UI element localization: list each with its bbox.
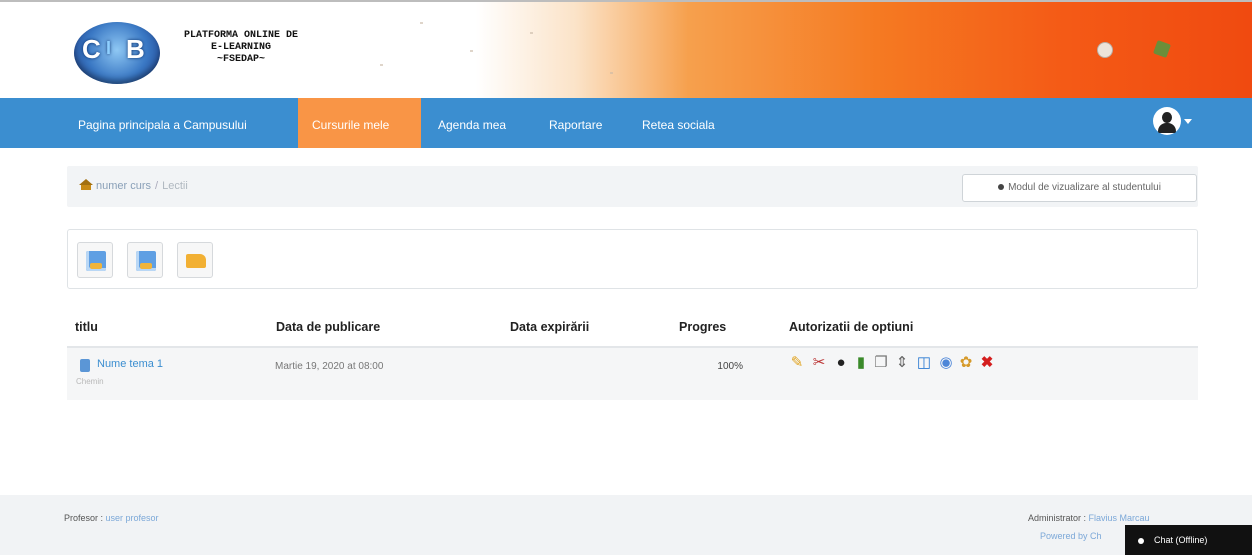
home-icon[interactable]: [79, 179, 93, 190]
lesson-toolbar: [67, 229, 1198, 289]
site-title-line: ~FSEDAP~: [216, 54, 265, 65]
logo-letter: C: [82, 34, 101, 64]
table-row: [67, 348, 1198, 400]
lesson-title-link[interactable]: Nume tema 1: [97, 358, 163, 370]
breadcrumb: numer curs / Lectii: [79, 166, 188, 207]
progress-value: 100%: [717, 361, 743, 372]
folder-button[interactable]: [177, 242, 213, 278]
nav-item-campus-home[interactable]: Pagina principala a Campusului: [64, 98, 261, 148]
site-logo[interactable]: C I B: [74, 22, 160, 84]
breadcrumb-current: Lectii: [162, 180, 188, 192]
admin-info: Administrator : Flavius Marcau: [1028, 513, 1150, 523]
nav-item-reporting[interactable]: Raportare: [535, 98, 616, 148]
page-footer: [0, 495, 1252, 555]
banner-texture: [420, 22, 423, 24]
user-menu[interactable]: [1153, 107, 1193, 137]
edit-icon[interactable]: ✎: [789, 355, 805, 371]
student-view-button[interactable]: Modul de vizualizare al studentului: [962, 174, 1197, 202]
professor-info: Profesor : user profesor: [64, 513, 159, 523]
chat-widget[interactable]: Chat (Offline): [1125, 525, 1252, 555]
professor-link[interactable]: user profesor: [106, 513, 159, 523]
chat-label: Chat (Offline): [1154, 535, 1208, 545]
publish-date: Martie 19, 2020 at 08:00: [275, 361, 384, 372]
main-navbar: Pagina principala a Campusului Cursurile…: [0, 98, 1252, 148]
language-icon[interactable]: [1097, 42, 1113, 58]
layout-icon[interactable]: ◫: [916, 355, 932, 371]
column-header-progress[interactable]: Progres: [679, 320, 726, 334]
flag-icon[interactable]: [1153, 40, 1171, 58]
new-lesson-icon: [86, 251, 106, 271]
move-icon[interactable]: ⇕: [894, 355, 910, 371]
chevron-down-icon[interactable]: [1184, 119, 1192, 124]
lesson-icon: [136, 251, 156, 271]
logo-letter: B: [126, 34, 145, 64]
new-lesson-button[interactable]: [77, 242, 113, 278]
stats-icon[interactable]: ▮: [853, 355, 869, 371]
delete-icon[interactable]: ✖: [979, 355, 995, 371]
chat-status-icon: [1138, 537, 1144, 544]
lesson-button[interactable]: [127, 242, 163, 278]
folder-icon: [186, 254, 206, 268]
column-header-published[interactable]: Data de publicare: [276, 320, 380, 334]
breadcrumb-course[interactable]: numer curs: [96, 180, 151, 192]
breadcrumb-separator: /: [155, 180, 159, 192]
nav-item-my-courses[interactable]: Cursurile mele: [298, 98, 421, 148]
admin-label: Administrator :: [1028, 513, 1087, 523]
settings-icon[interactable]: ✂: [811, 355, 827, 371]
visibility-icon[interactable]: ●: [833, 355, 849, 371]
site-title-line: PLATFORMA ONLINE DE: [183, 30, 299, 41]
banner-texture: [380, 64, 383, 66]
logo-letter: I: [106, 38, 112, 58]
column-header-expires[interactable]: Data expirării: [510, 320, 589, 334]
professor-label: Profesor :: [64, 513, 104, 523]
target-icon[interactable]: ◉: [938, 355, 954, 371]
admin-link[interactable]: Flavius Marcau: [1089, 513, 1150, 523]
column-header-title[interactable]: titlu: [75, 320, 98, 334]
copy-icon[interactable]: ❐: [873, 355, 889, 371]
banner-texture: [610, 72, 613, 74]
nav-item-my-agenda[interactable]: Agenda mea: [424, 98, 520, 148]
site-title-line: E-LEARNING: [210, 42, 271, 53]
document-icon: [80, 359, 90, 372]
header-banner: C I B PLATFORMA ONLINE DE E-LEARNING ~FS…: [0, 0, 1252, 98]
eye-icon: [998, 184, 1005, 191]
banner-texture: [530, 32, 533, 34]
banner-texture: [470, 50, 473, 52]
nav-item-social-network[interactable]: Retea sociala: [628, 98, 729, 148]
avatar-icon[interactable]: [1153, 107, 1181, 135]
column-header-permissions: Autorizatii de optiuni: [789, 320, 914, 334]
share-icon[interactable]: ✿: [958, 355, 974, 371]
powered-by[interactable]: Powered by Ch: [1040, 531, 1102, 541]
site-title: PLATFORMA ONLINE DE E-LEARNING ~FSEDAP~: [171, 30, 311, 66]
lesson-subtitle: Chemin: [76, 377, 104, 386]
student-view-label: Modul de vizualizare al studentului: [1008, 182, 1161, 193]
